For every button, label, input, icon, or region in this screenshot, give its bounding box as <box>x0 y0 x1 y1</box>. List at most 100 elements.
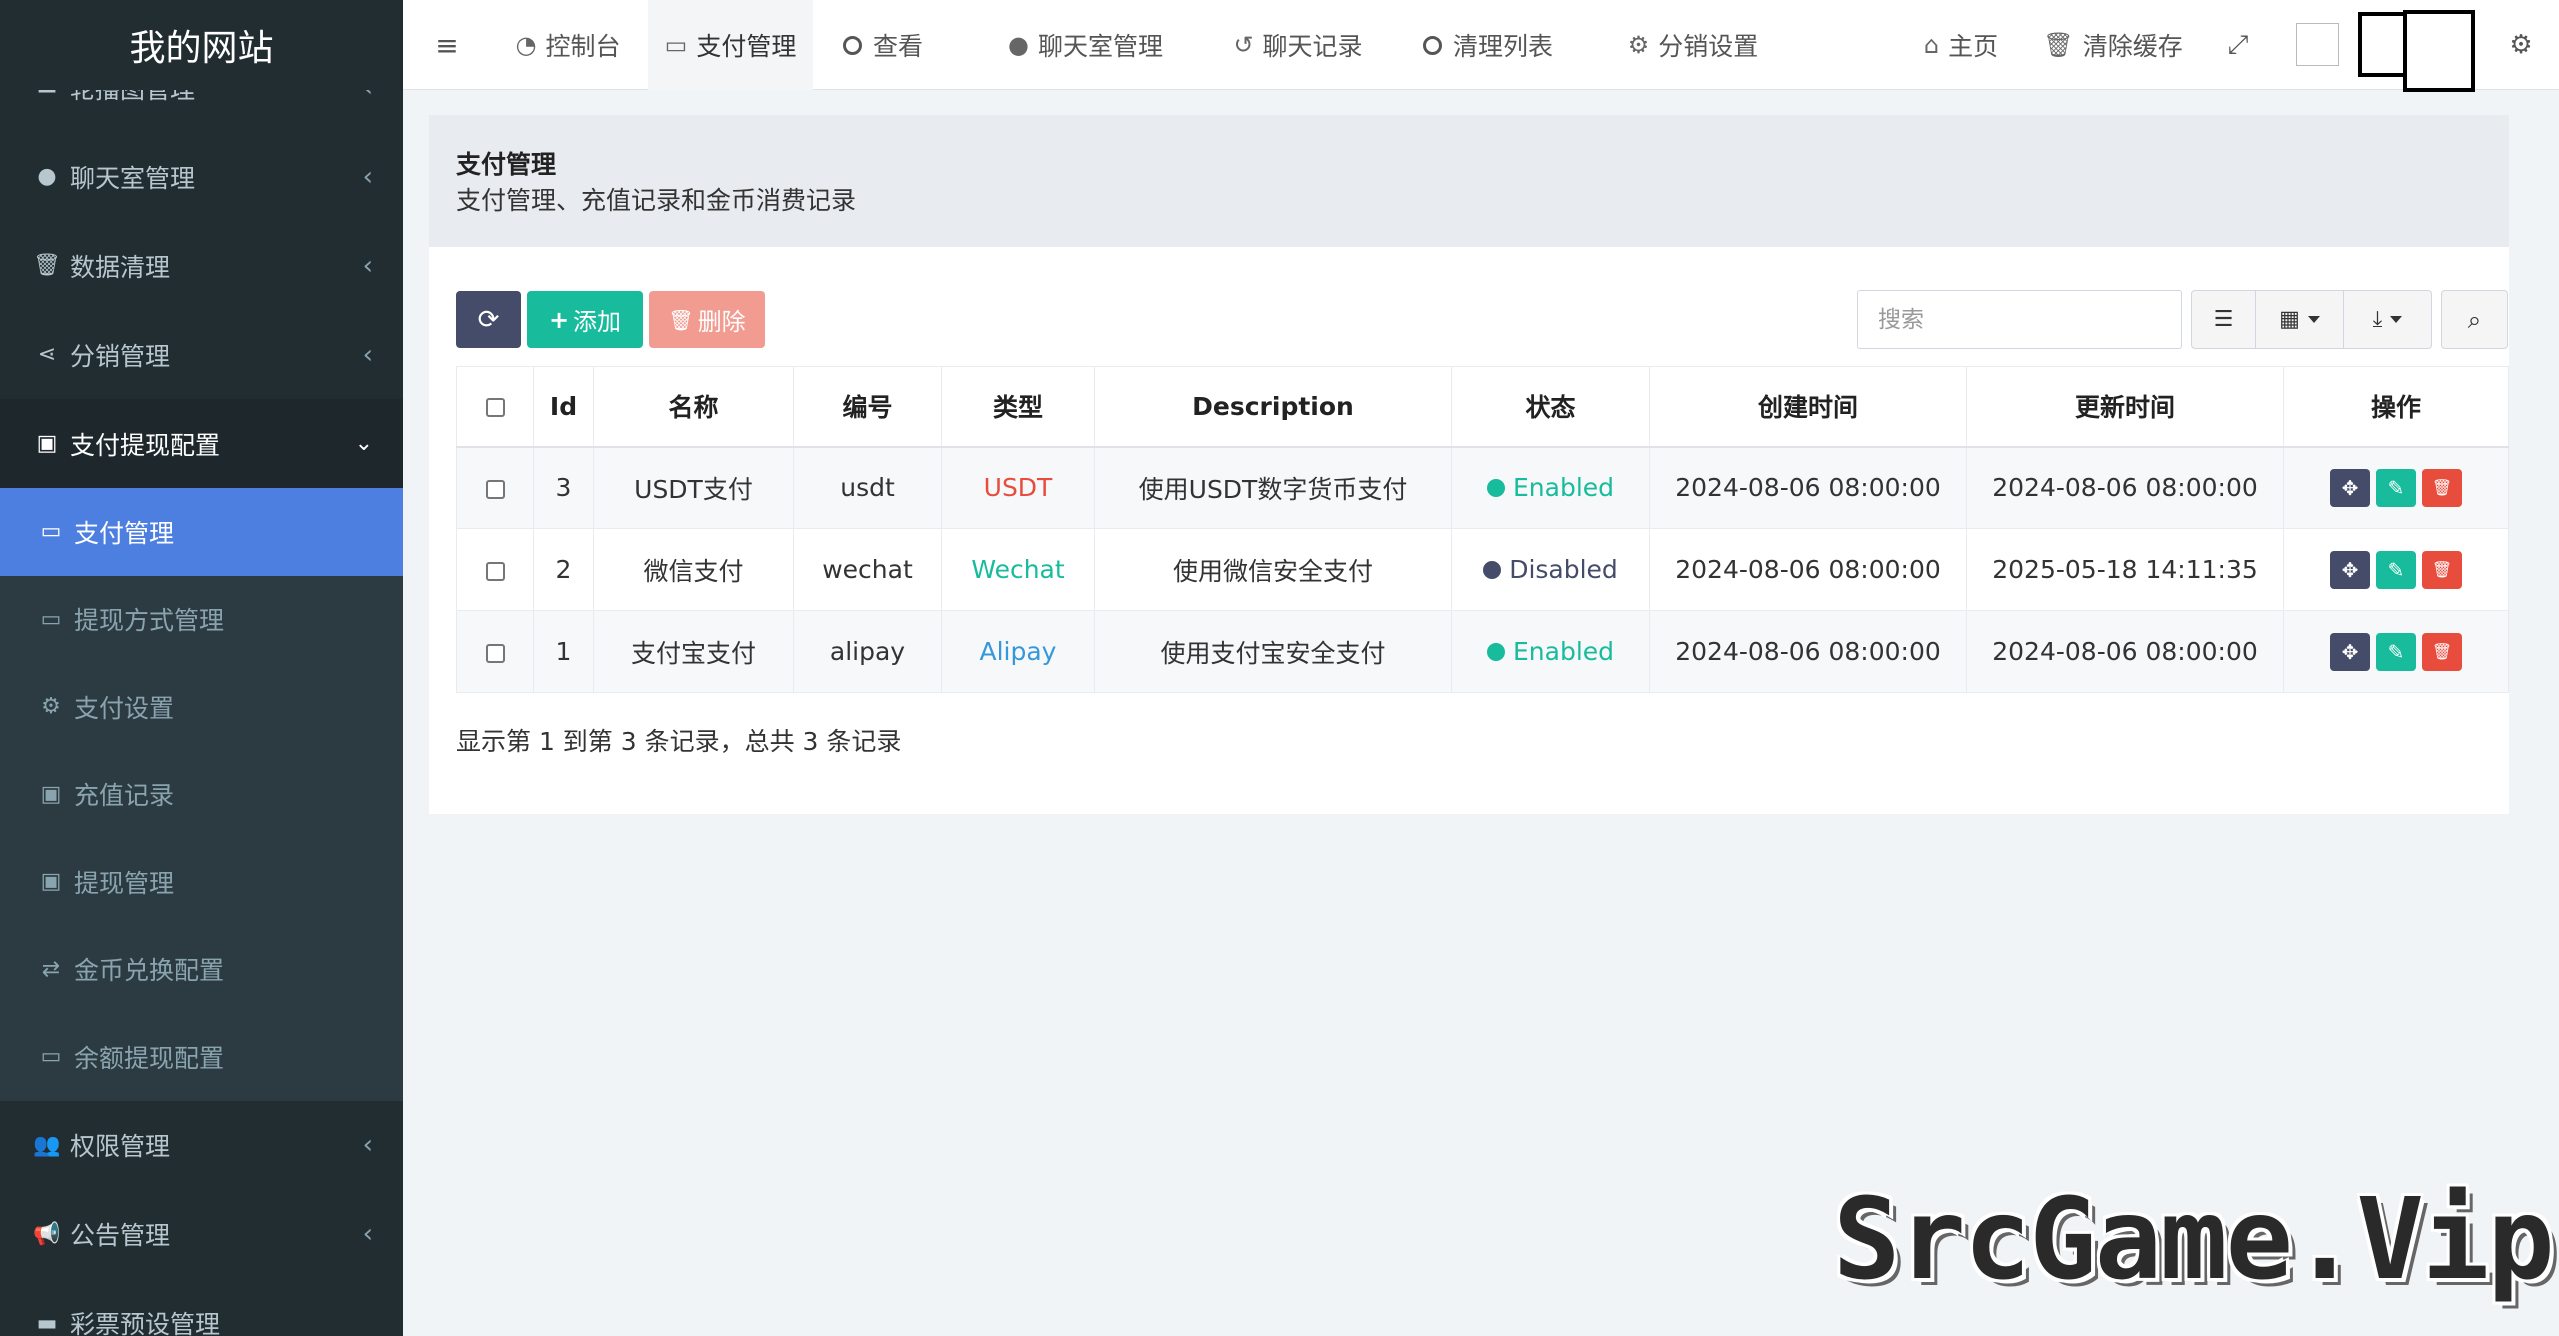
sidebar-item-label: 权限管理 <box>70 1132 171 1161</box>
column-header[interactable]: 创建时间 <box>1649 366 1967 448</box>
drag-button[interactable]: ✥ <box>2330 632 2370 671</box>
gear-icon: ⚙ <box>41 694 61 720</box>
brand-logo[interactable]: 我的网站 <box>0 0 403 90</box>
credit-card-icon: ▭ <box>664 31 688 59</box>
clear-cache-button[interactable]: 🗑 清除缓存 <box>2043 0 2183 90</box>
expand-icon: ⤢ <box>2227 29 2249 60</box>
sidebar-item-withdraw-management[interactable]: ▣ 提现管理 <box>0 838 403 926</box>
tab-distribution-settings[interactable]: ⚙ 分销设置 <box>1598 0 1788 90</box>
column-header[interactable]: 状态 <box>1451 366 1650 448</box>
sidebar-item-label: 提现管理 <box>74 868 175 898</box>
sidebar-item-recharge-records[interactable]: ▣ 充值记录 <box>0 751 403 839</box>
column-header[interactable]: Id <box>533 366 594 448</box>
edit-button[interactable]: ✎ <box>2376 632 2416 671</box>
drag-button[interactable]: ✥ <box>2330 468 2370 507</box>
tab-chat-history[interactable]: ↺ 聊天记录 <box>1218 0 1378 90</box>
search-button[interactable]: ⌕ <box>2441 290 2508 349</box>
cell-id: 2 <box>533 528 594 611</box>
cell-created: 2024-08-06 08:00:00 <box>1649 446 1967 529</box>
sidebar-item-label: 金币兑换配置 <box>74 956 225 986</box>
tab-chatroom-management[interactable]: ● 聊天室管理 <box>993 0 1178 90</box>
fullscreen-button[interactable]: ⤢ <box>2218 0 2258 90</box>
export-button[interactable]: ⤓ <box>2343 290 2432 349</box>
avatar[interactable] <box>2296 23 2339 66</box>
pencil-icon: ✎ <box>2387 475 2405 500</box>
sidebar: ▬ 轮播图管理 ‹ ● 聊天室管理 ‹ 🗑 数据清理 ‹ ⋖ 分销管理 ‹ ▣ … <box>0 0 403 1336</box>
tab-label: 聊天记录 <box>1262 32 1363 61</box>
tab-view[interactable]: 查看 <box>823 0 943 90</box>
edit-button[interactable]: ✎ <box>2376 468 2416 507</box>
cell-status[interactable]: Enabled <box>1451 610 1650 693</box>
money-icon: ▣ <box>40 869 62 895</box>
menu-toggle-button[interactable]: ≡ <box>427 0 467 90</box>
edit-button[interactable]: ✎ <box>2376 550 2416 589</box>
tab-payment-management[interactable]: ▭ 支付管理 <box>648 0 813 90</box>
sidebar-item-permissions[interactable]: 👥 权限管理 ‹ <box>0 1101 403 1190</box>
cell-status[interactable]: Enabled <box>1451 446 1650 529</box>
plus-icon: + <box>548 305 570 334</box>
sidebar-submenu: ▭ 支付管理 ▭ 提现方式管理 ⚙ 支付设置 ▣ 充值记录 ▣ 提现管理 ⇄ 金… <box>0 488 403 1101</box>
cell-status[interactable]: Disabled <box>1451 528 1650 611</box>
column-header[interactable]: Description <box>1094 366 1452 448</box>
status-dot-icon <box>1486 479 1505 498</box>
sidebar-item-distribution[interactable]: ⋖ 分销管理 ‹ <box>0 310 403 399</box>
cell-created: 2024-08-06 08:00:00 <box>1649 528 1967 611</box>
exchange-icon: ⇄ <box>41 956 61 982</box>
delete-row-button[interactable]: 🗑 <box>2422 550 2462 589</box>
tab-label: 查看 <box>872 32 923 61</box>
sidebar-item-label: 支付设置 <box>74 693 175 723</box>
trash-icon: 🗑 <box>2431 642 2453 661</box>
row-checkbox[interactable] <box>456 610 534 693</box>
home-label: 主页 <box>1948 32 1999 61</box>
sidebar-item-payment-settings[interactable]: ⚙ 支付设置 <box>0 663 403 751</box>
sidebar-item-withdraw-methods[interactable]: ▭ 提现方式管理 <box>0 576 403 664</box>
row-checkbox[interactable] <box>456 446 534 529</box>
comments-icon: ● <box>1008 31 1029 59</box>
column-header[interactable]: 更新时间 <box>1966 366 2284 448</box>
settings-button[interactable]: ⚙ <box>2501 0 2541 90</box>
sidebar-item-payment-management[interactable]: ▭ 支付管理 <box>0 488 403 576</box>
sidebar-item-announcements[interactable]: 📢 公告管理 ‹ <box>0 1190 403 1279</box>
sidebar-item-coin-exchange[interactable]: ⇄ 金币兑换配置 <box>0 926 403 1014</box>
sidebar-item-balance-withdraw[interactable]: ▭ 余额提现配置 <box>0 1013 403 1101</box>
gears-icon: ⚙ <box>2509 30 2533 60</box>
sidebar-item-data-cleanup[interactable]: 🗑 数据清理 ‹ <box>0 221 403 310</box>
status-dot-icon <box>1483 561 1502 579</box>
delete-row-button[interactable]: 🗑 <box>2422 468 2462 507</box>
column-header[interactable]: 类型 <box>941 366 1095 448</box>
pencil-icon: ✎ <box>2387 639 2405 664</box>
chevron-down-icon: ⌄ <box>354 431 373 456</box>
delete-button[interactable]: 🗑 删除 <box>649 291 765 348</box>
add-button[interactable]: + 添加 <box>527 291 643 348</box>
cell-code: usdt <box>793 446 942 529</box>
tab-dashboard[interactable]: ◔ 控制台 <box>493 0 643 90</box>
status-label: Enabled <box>1512 637 1615 666</box>
page-header: 支付管理 支付管理、充值记录和金币消费记录 <box>429 115 2509 247</box>
delete-row-button[interactable]: 🗑 <box>2422 632 2462 671</box>
sidebar-item-label: 提现方式管理 <box>74 606 225 636</box>
refresh-button[interactable]: ⟳ <box>456 291 521 348</box>
cell-actions: ✥ ✎ 🗑 <box>2283 528 2509 611</box>
arrows-icon: ✥ <box>2341 475 2359 500</box>
share-icon: ⋖ <box>37 342 57 367</box>
search-input[interactable] <box>1857 290 2182 349</box>
chevron-left-icon: ‹ <box>362 161 373 192</box>
home-link[interactable]: ⌂ 主页 <box>1911 0 2011 90</box>
row-checkbox[interactable] <box>456 528 534 611</box>
cell-created: 2024-08-06 08:00:00 <box>1649 610 1967 693</box>
toggle-view-button[interactable]: ☰ <box>2191 290 2256 349</box>
select-all-checkbox[interactable] <box>456 366 534 448</box>
column-header[interactable]: 编号 <box>793 366 942 448</box>
sidebar-item-payment-config[interactable]: ▣ 支付提现配置 ⌄ <box>0 399 403 488</box>
sidebar-item-chatroom[interactable]: ● 聊天室管理 ‹ <box>0 132 403 221</box>
sidebar-item-lottery-presets[interactable]: ▬ 彩票预设管理 <box>0 1279 403 1336</box>
drag-button[interactable]: ✥ <box>2330 550 2370 589</box>
status-badge: Disabled <box>1483 555 1618 584</box>
type-label: USDT <box>983 473 1053 503</box>
pagination-info: 显示第 1 到第 3 条记录，总共 3 条记录 <box>456 727 902 756</box>
column-header: 操作 <box>2283 366 2509 448</box>
tab-cleanup-list[interactable]: 清理列表 <box>1413 0 1563 90</box>
column-header[interactable]: 名称 <box>593 366 794 448</box>
tab-label: 支付管理 <box>696 32 797 61</box>
columns-button[interactable]: ▦ <box>2255 290 2344 349</box>
